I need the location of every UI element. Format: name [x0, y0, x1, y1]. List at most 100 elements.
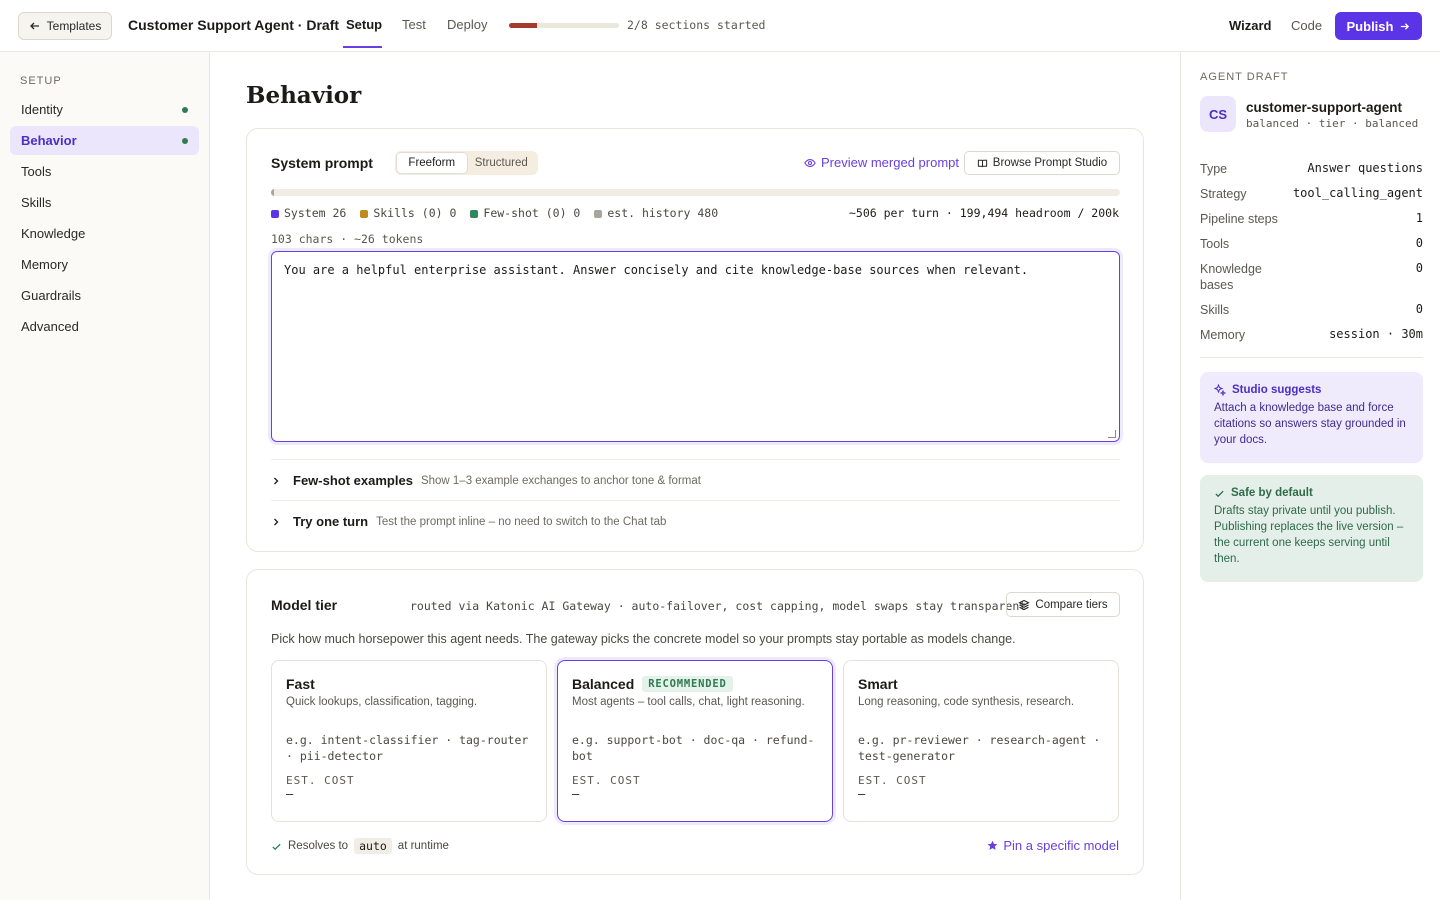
- system-prompt-textarea[interactable]: You are a helpful enterprise assistant. …: [271, 251, 1120, 442]
- publish-label: Publish: [1346, 18, 1394, 34]
- tier-name-label: Smart: [858, 676, 898, 692]
- compare-button-label: Compare tiers: [1035, 598, 1108, 611]
- tab-test[interactable]: Test: [402, 17, 426, 32]
- page-title: Behavior: [246, 82, 362, 109]
- prompt-char-count: 103 chars · ~26 tokens: [271, 232, 424, 246]
- try-one-turn-title: Try one turn: [293, 514, 369, 529]
- system-prompt-title: System prompt: [271, 155, 373, 171]
- tier-cost-value: —: [572, 787, 580, 802]
- mode-code-button[interactable]: Code: [1291, 18, 1322, 33]
- property-key: Type: [1200, 162, 1228, 176]
- suggest-title-row: Studio suggests: [1214, 384, 1409, 396]
- try-one-turn-expander[interactable]: Try one turn Test the prompt inline – no…: [271, 514, 666, 529]
- property-value: session · 30m: [1329, 327, 1423, 341]
- mode-structured-option[interactable]: Structured: [467, 153, 537, 173]
- divider: [1200, 357, 1423, 358]
- app-title: Customer Support Agent · Draft: [128, 17, 340, 33]
- property-tools: Tools 0: [1200, 236, 1423, 252]
- sidebar-item-identity[interactable]: Identity: [10, 95, 199, 124]
- system-prompt-card: System prompt Freeform Structured Previe…: [246, 128, 1144, 552]
- publish-button[interactable]: Publish: [1335, 12, 1422, 40]
- property-type: Type Answer questions: [1200, 161, 1423, 177]
- property-key: Skills: [1200, 303, 1230, 317]
- property-value: 0: [1415, 236, 1423, 250]
- few-shot-description: Show 1–3 example exchanges to anchor ton…: [420, 474, 701, 487]
- sidebar-item-skills[interactable]: Skills: [10, 188, 199, 217]
- sidebar-item-behavior[interactable]: Behavior: [10, 126, 199, 155]
- star-icon: [988, 840, 998, 850]
- tier-examples: e.g. intent-classifier · tag-router · pi…: [286, 733, 529, 764]
- studio-suggests-callout: Studio suggests Attach a knowledge base …: [1200, 372, 1423, 463]
- try-one-turn-description: Test the prompt inline – no need to swit…: [376, 515, 667, 528]
- setup-progress-text: 2/8 sections started: [627, 18, 766, 32]
- agent-meta: balanced · tier · balanced: [1246, 117, 1419, 130]
- safe-title: Safe by default: [1231, 487, 1313, 499]
- safe-body: Drafts stay private until you publish. P…: [1214, 505, 1404, 566]
- tier-card-balanced[interactable]: Balanced RECOMMENDED Most agents – tool …: [557, 660, 833, 822]
- sidebar-item-label: Advanced: [21, 319, 79, 334]
- safe-by-default-callout: Safe by default Drafts stay private unti…: [1200, 475, 1423, 582]
- preview-merged-prompt-link[interactable]: Preview merged prompt: [804, 155, 959, 170]
- sidebar-item-label: Guardrails: [21, 288, 81, 303]
- browse-prompt-studio-button[interactable]: Browse Prompt Studio: [964, 151, 1120, 175]
- sidebar-item-knowledge[interactable]: Knowledge: [10, 219, 199, 248]
- sidebar-item-label: Knowledge: [21, 226, 86, 241]
- avatar: CS: [1200, 96, 1236, 132]
- eye-icon: [804, 158, 816, 167]
- legend-swatch-icon: [594, 210, 603, 218]
- token-usage-fill: [271, 189, 274, 196]
- tier-card-fast[interactable]: Fast Quick lookups, classification, tagg…: [271, 660, 547, 822]
- back-to-templates-button[interactable]: Templates: [18, 12, 112, 40]
- few-shot-title: Few-shot examples: [293, 473, 413, 488]
- resolves-value: auto: [354, 838, 392, 854]
- tier-cost-value: —: [858, 787, 866, 802]
- token-summary: ~506 per turn · 199,494 headroom / 200k: [848, 206, 1119, 220]
- sidebar-item-label: Behavior: [21, 133, 77, 148]
- tier-cost-value: —: [286, 787, 294, 802]
- legend-history: est. history 480: [594, 206, 718, 220]
- token-usage-bar: [271, 189, 1120, 196]
- compare-tiers-button[interactable]: Compare tiers: [1006, 592, 1120, 617]
- check-icon: [272, 843, 281, 850]
- tier-subtitle: Long reasoning, code synthesis, research…: [858, 696, 1075, 708]
- completed-dot-icon: [182, 138, 188, 144]
- sidebar-item-guardrails[interactable]: Guardrails: [10, 281, 199, 310]
- sidebar-item-label: Identity: [21, 102, 63, 117]
- tab-deploy[interactable]: Deploy: [447, 17, 487, 32]
- legend-skills: Skills (0) 0: [360, 206, 456, 220]
- tier-card-smart[interactable]: Smart Long reasoning, code synthesis, re…: [843, 660, 1119, 822]
- sidebar-item-memory[interactable]: Memory: [10, 250, 199, 279]
- property-value: 0: [1415, 302, 1423, 316]
- tier-name-label: Balanced: [572, 676, 635, 692]
- divider: [271, 459, 1120, 460]
- model-tier-description: Pick how much horsepower this agent need…: [271, 632, 1016, 646]
- sparkles-icon: [1214, 384, 1226, 396]
- tier-cost-label: EST. COST: [286, 774, 355, 788]
- sidebar-item-label: Skills: [21, 195, 52, 210]
- mode-freeform-option[interactable]: Freeform: [397, 153, 467, 173]
- tier-subtitle: Most agents – tool calls, chat, light re…: [572, 696, 805, 708]
- model-tier-title: Model tier: [271, 597, 338, 613]
- check-icon: [1215, 490, 1224, 497]
- mode-wizard-button[interactable]: Wizard: [1229, 18, 1272, 33]
- sidebar-item-advanced[interactable]: Advanced: [10, 312, 199, 341]
- token-legend: System 26 Skills (0) 0 Few-shot (0) 0 es…: [271, 206, 718, 220]
- arrow-left-icon: [29, 22, 39, 30]
- resize-handle-icon[interactable]: [1108, 430, 1116, 438]
- agent-draft-panel: AGENT DRAFT CS customer-support-agent ba…: [1180, 52, 1440, 900]
- tab-setup[interactable]: Setup: [346, 17, 382, 32]
- pin-specific-model-link[interactable]: Pin a specific model: [987, 838, 1119, 853]
- property-key: Tools: [1200, 237, 1230, 251]
- agent-name: customer-support-agent: [1246, 100, 1403, 115]
- suggest-body: Attach a knowledge base and force citati…: [1214, 402, 1406, 447]
- sidebar-heading: SETUP: [20, 75, 62, 87]
- divider: [271, 500, 1120, 501]
- property-memory: Memory session · 30m: [1200, 327, 1423, 343]
- chevron-right-icon: [274, 477, 279, 484]
- system-prompt-text: You are a helpful enterprise assistant. …: [284, 263, 1029, 277]
- main-content: Behavior System prompt Freeform Structur…: [210, 52, 1180, 900]
- gateway-route-text: routed via Katonic AI Gateway · auto-fai…: [410, 599, 1027, 613]
- property-key: Pipeline steps: [1200, 212, 1278, 226]
- few-shot-examples-expander[interactable]: Few-shot examples Show 1–3 example excha…: [271, 473, 701, 488]
- sidebar-item-tools[interactable]: Tools: [10, 157, 199, 186]
